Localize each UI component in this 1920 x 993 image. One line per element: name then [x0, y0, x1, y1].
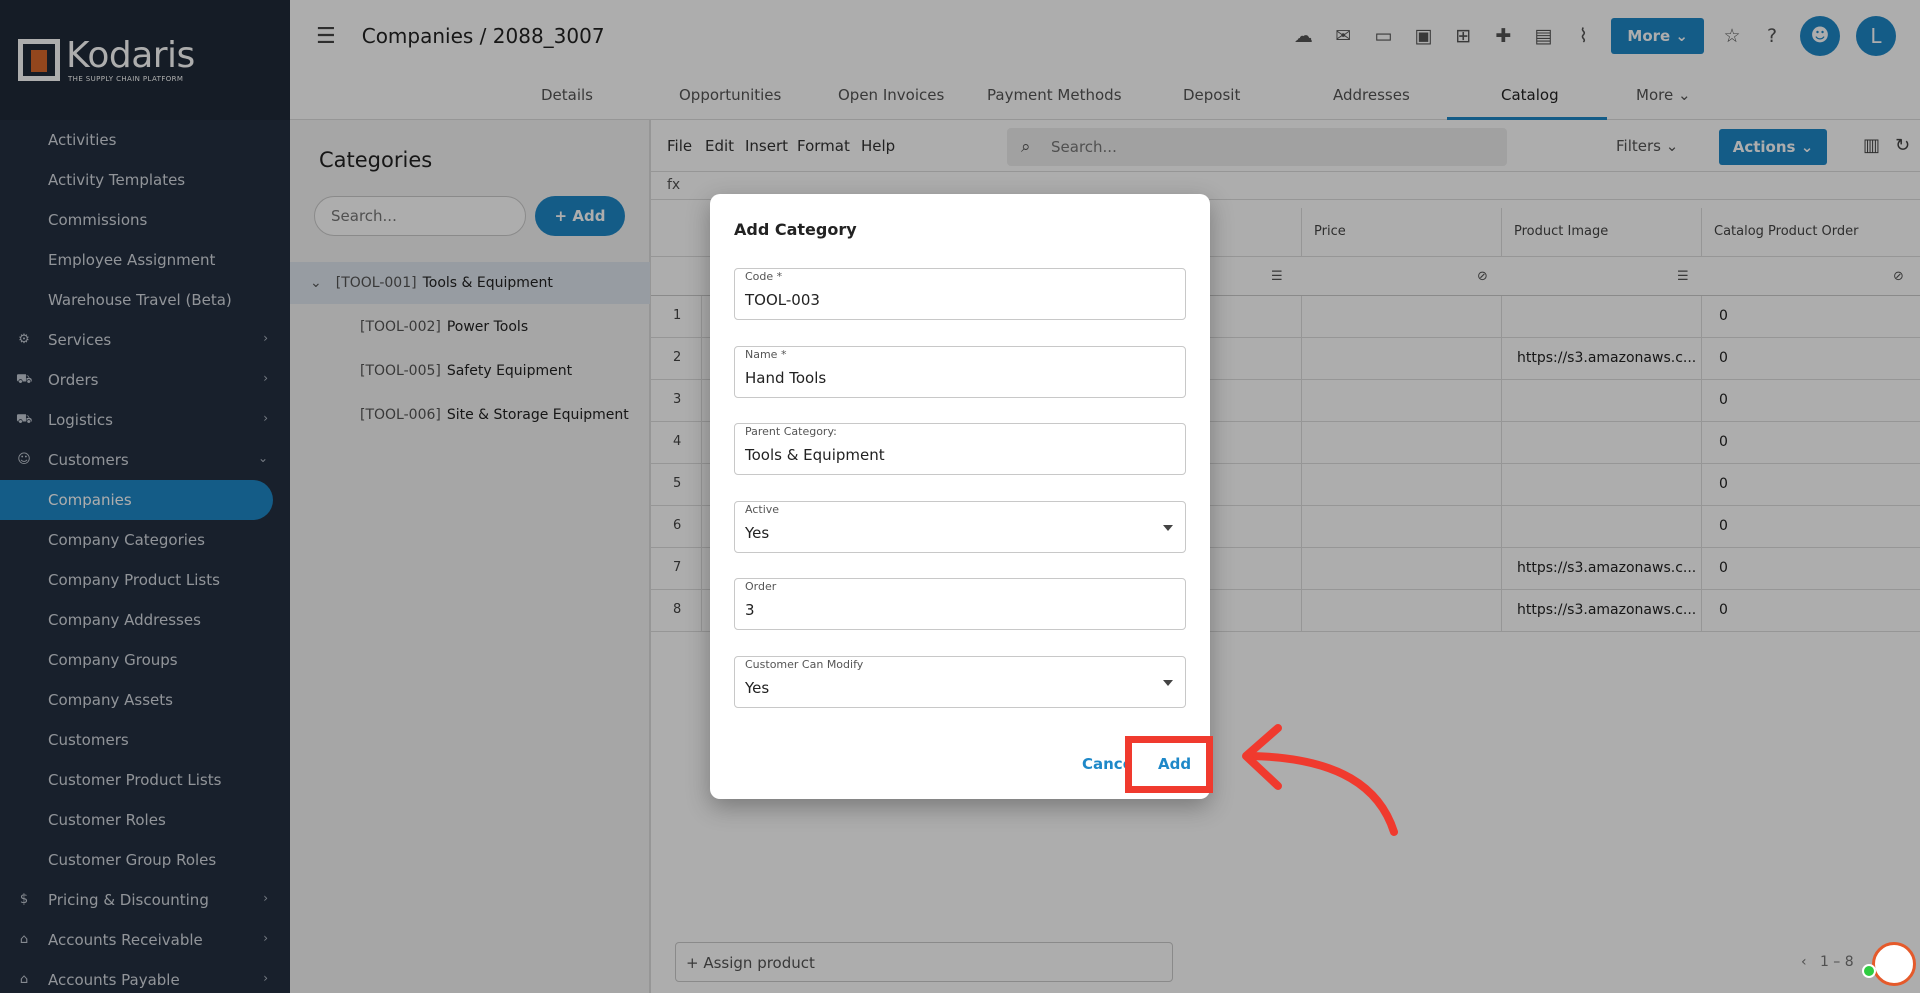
highlight-box	[1125, 736, 1213, 793]
field-label: Name *	[745, 347, 787, 361]
field-value: Yes	[745, 679, 770, 697]
customer-can-modify-select[interactable]: Customer Can Modify Yes	[734, 656, 1186, 708]
field-value: Hand Tools	[745, 368, 827, 387]
field-label: Active	[745, 502, 780, 516]
dropdown-arrow-icon	[1163, 524, 1173, 531]
field-label: Parent Category:	[745, 425, 837, 439]
add-category-dialog: Add Category Code * TOOL-003 Name * Hand To…	[710, 194, 1210, 799]
active-select[interactable]: Active Yes	[734, 500, 1186, 553]
code-field[interactable]: Code * TOOL-003	[734, 268, 1186, 320]
field-value: TOOL-003	[745, 291, 820, 309]
field-value: Yes	[745, 523, 770, 542]
dialog-title: Add Category	[734, 220, 857, 239]
name-field[interactable]: Name * Hand Tools	[734, 345, 1186, 398]
field-value: 3	[745, 601, 755, 620]
field-label: Code *	[745, 270, 783, 283]
order-field[interactable]: Order 3	[734, 578, 1186, 631]
pointer-arrow-icon	[1242, 724, 1398, 836]
chat-widget-icon[interactable]	[1872, 942, 1916, 986]
online-status-icon	[1862, 964, 1876, 978]
field-label: Order	[745, 580, 777, 594]
dropdown-arrow-icon	[1163, 680, 1173, 686]
parent-category-field[interactable]: Parent Category: Tools & Equipment	[734, 423, 1186, 476]
field-value: Tools & Equipment	[745, 446, 885, 465]
field-label: Customer Can Modify	[745, 658, 864, 671]
cancel-button[interactable]: Cancel	[1082, 755, 1129, 773]
